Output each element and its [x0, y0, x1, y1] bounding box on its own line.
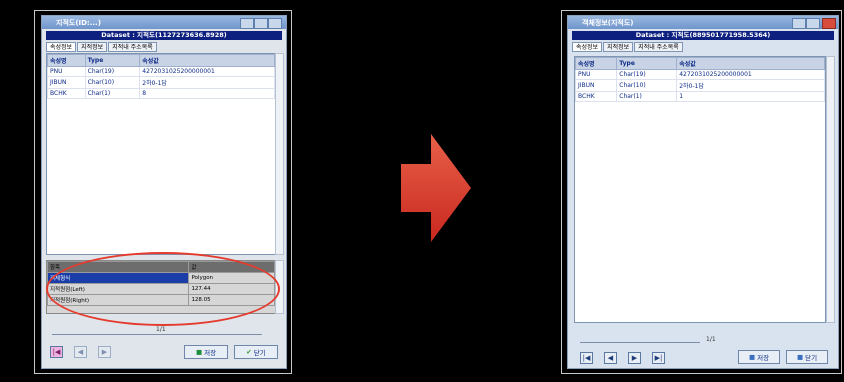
- table-row[interactable]: PNU Char(19) 4272031025200000001: [47, 66, 275, 77]
- table-row[interactable]: BCHK Char(1) 1: [574, 91, 825, 102]
- table-row[interactable]: BCHK Char(1) 8: [47, 88, 275, 99]
- tab-address-list[interactable]: 지적내 주소목록: [634, 42, 683, 52]
- pager-slider[interactable]: [580, 342, 700, 343]
- close-button[interactable]: ■ 닫기: [786, 350, 828, 364]
- tab-attributes[interactable]: 속성정보: [572, 42, 603, 52]
- save-icon: ■: [195, 348, 203, 356]
- cell-name: PNU: [47, 66, 86, 77]
- minimize-icon[interactable]: [240, 18, 254, 29]
- cell-name: JIBUN: [574, 79, 618, 92]
- page-indicator: 1/1: [706, 336, 716, 343]
- table-header: 속성명 Type 속성값: [47, 54, 275, 67]
- cell-value: 2하0-1답: [676, 79, 825, 92]
- cell-type: Char(10): [84, 76, 141, 89]
- cell-value: 4272031025200000001: [139, 66, 275, 77]
- maximize-icon[interactable]: [806, 18, 820, 29]
- cell-value: 4272031025200000001: [676, 69, 825, 80]
- table-header: 속성명 Type 속성값: [574, 57, 825, 70]
- cell-value: 2하0-1답: [139, 76, 275, 89]
- table-scrollbar[interactable]: [275, 53, 284, 255]
- cell-type: Char(19): [616, 69, 678, 80]
- table-row[interactable]: PNU Char(19) 4272031025200000001: [574, 69, 825, 80]
- table-row[interactable]: JIBUN Char(10) 2하0-1답: [574, 79, 825, 92]
- attribute-table: 속성명 Type 속성값 PNU Char(19) 42720310252000…: [46, 53, 276, 255]
- column-name-header[interactable]: 속성명: [574, 57, 618, 70]
- prev-page-button[interactable]: ◀: [74, 346, 87, 358]
- column-type-header[interactable]: Type: [616, 57, 678, 70]
- cell-name: JIBUN: [47, 76, 86, 89]
- tab-parcel[interactable]: 지적정보: [77, 42, 108, 52]
- tab-address-list[interactable]: 지적내 주소목록: [108, 42, 157, 52]
- tab-bar: 속성정보 지적정보 지적내 주소목록: [572, 42, 684, 52]
- cell-type: Char(1): [616, 91, 678, 102]
- cell-name: BCHK: [47, 88, 86, 99]
- minimize-icon[interactable]: [792, 18, 806, 29]
- save-label: 저장: [204, 349, 217, 357]
- column-value-header[interactable]: 속성값: [676, 57, 825, 70]
- right-arrow-icon: [401, 134, 471, 242]
- save-button[interactable]: ■ 저장: [184, 345, 228, 359]
- cell-value: 8: [139, 88, 275, 99]
- tab-bar: 속성정보 지적정보 지적내 주소목록: [46, 42, 158, 52]
- right-window: 객체정보(지적도) Dataset : 지적도(889501771958.536…: [567, 15, 839, 369]
- close-label: 닫기: [805, 354, 818, 362]
- title-bar: 지적도(ID:...): [42, 16, 286, 29]
- right-screenshot: 객체정보(지적도) Dataset : 지적도(889501771958.536…: [561, 10, 842, 374]
- first-page-button[interactable]: |◀: [50, 346, 63, 358]
- next-page-button[interactable]: ▶: [628, 352, 641, 364]
- window-title: 객체정보(지적도): [582, 19, 634, 27]
- maximize-icon[interactable]: [254, 18, 268, 29]
- dataset-banner: Dataset : 지적도(889501771958.5364): [572, 31, 834, 40]
- page-indicator: 1/1: [156, 326, 166, 333]
- next-page-button[interactable]: ▶: [98, 346, 111, 358]
- close-label: 닫기: [253, 349, 266, 357]
- cell-name: BCHK: [574, 91, 618, 102]
- cell-type: Char(19): [84, 66, 141, 77]
- table-row[interactable]: JIBUN Char(10) 2하0-1답: [47, 76, 275, 89]
- tab-attributes[interactable]: 속성정보: [46, 42, 77, 52]
- column-name-header[interactable]: 속성명: [47, 54, 86, 67]
- title-bar: 객체정보(지적도): [568, 16, 838, 29]
- close-icon[interactable]: [268, 18, 282, 29]
- left-screenshot: 지적도(ID:...) Dataset : 지적도(1127273636.892…: [34, 10, 292, 374]
- column-value-header[interactable]: 속성값: [139, 54, 275, 67]
- window-title: 지적도(ID:...): [56, 19, 101, 27]
- pager-slider[interactable]: [52, 334, 262, 335]
- dataset-banner: Dataset : 지적도(1127273636.8928): [46, 31, 282, 40]
- left-window: 지적도(ID:...) Dataset : 지적도(1127273636.892…: [41, 15, 287, 369]
- close-window-icon: ■: [796, 353, 804, 361]
- cell-name: PNU: [574, 69, 618, 80]
- prev-page-button[interactable]: ◀: [604, 352, 617, 364]
- close-button[interactable]: ✔ 닫기: [234, 345, 278, 359]
- check-icon: ✔: [246, 348, 252, 356]
- cell-value: 1: [676, 91, 825, 102]
- cell-type: Char(1): [84, 88, 141, 99]
- tab-parcel[interactable]: 지적정보: [603, 42, 634, 52]
- close-icon[interactable]: [822, 18, 836, 29]
- cell-type: Char(10): [616, 79, 678, 92]
- table-scrollbar[interactable]: [826, 56, 835, 323]
- save-button[interactable]: ■ 저장: [738, 350, 780, 364]
- attribute-table: 속성명 Type 속성값 PNU Char(19) 42720310252000…: [574, 56, 826, 323]
- save-label: 저장: [757, 354, 770, 362]
- highlight-ellipse: [46, 252, 280, 326]
- first-page-button[interactable]: |◀: [580, 352, 593, 364]
- save-icon: ■: [748, 353, 756, 361]
- column-type-header[interactable]: Type: [84, 54, 141, 67]
- last-page-button[interactable]: ▶|: [652, 352, 665, 364]
